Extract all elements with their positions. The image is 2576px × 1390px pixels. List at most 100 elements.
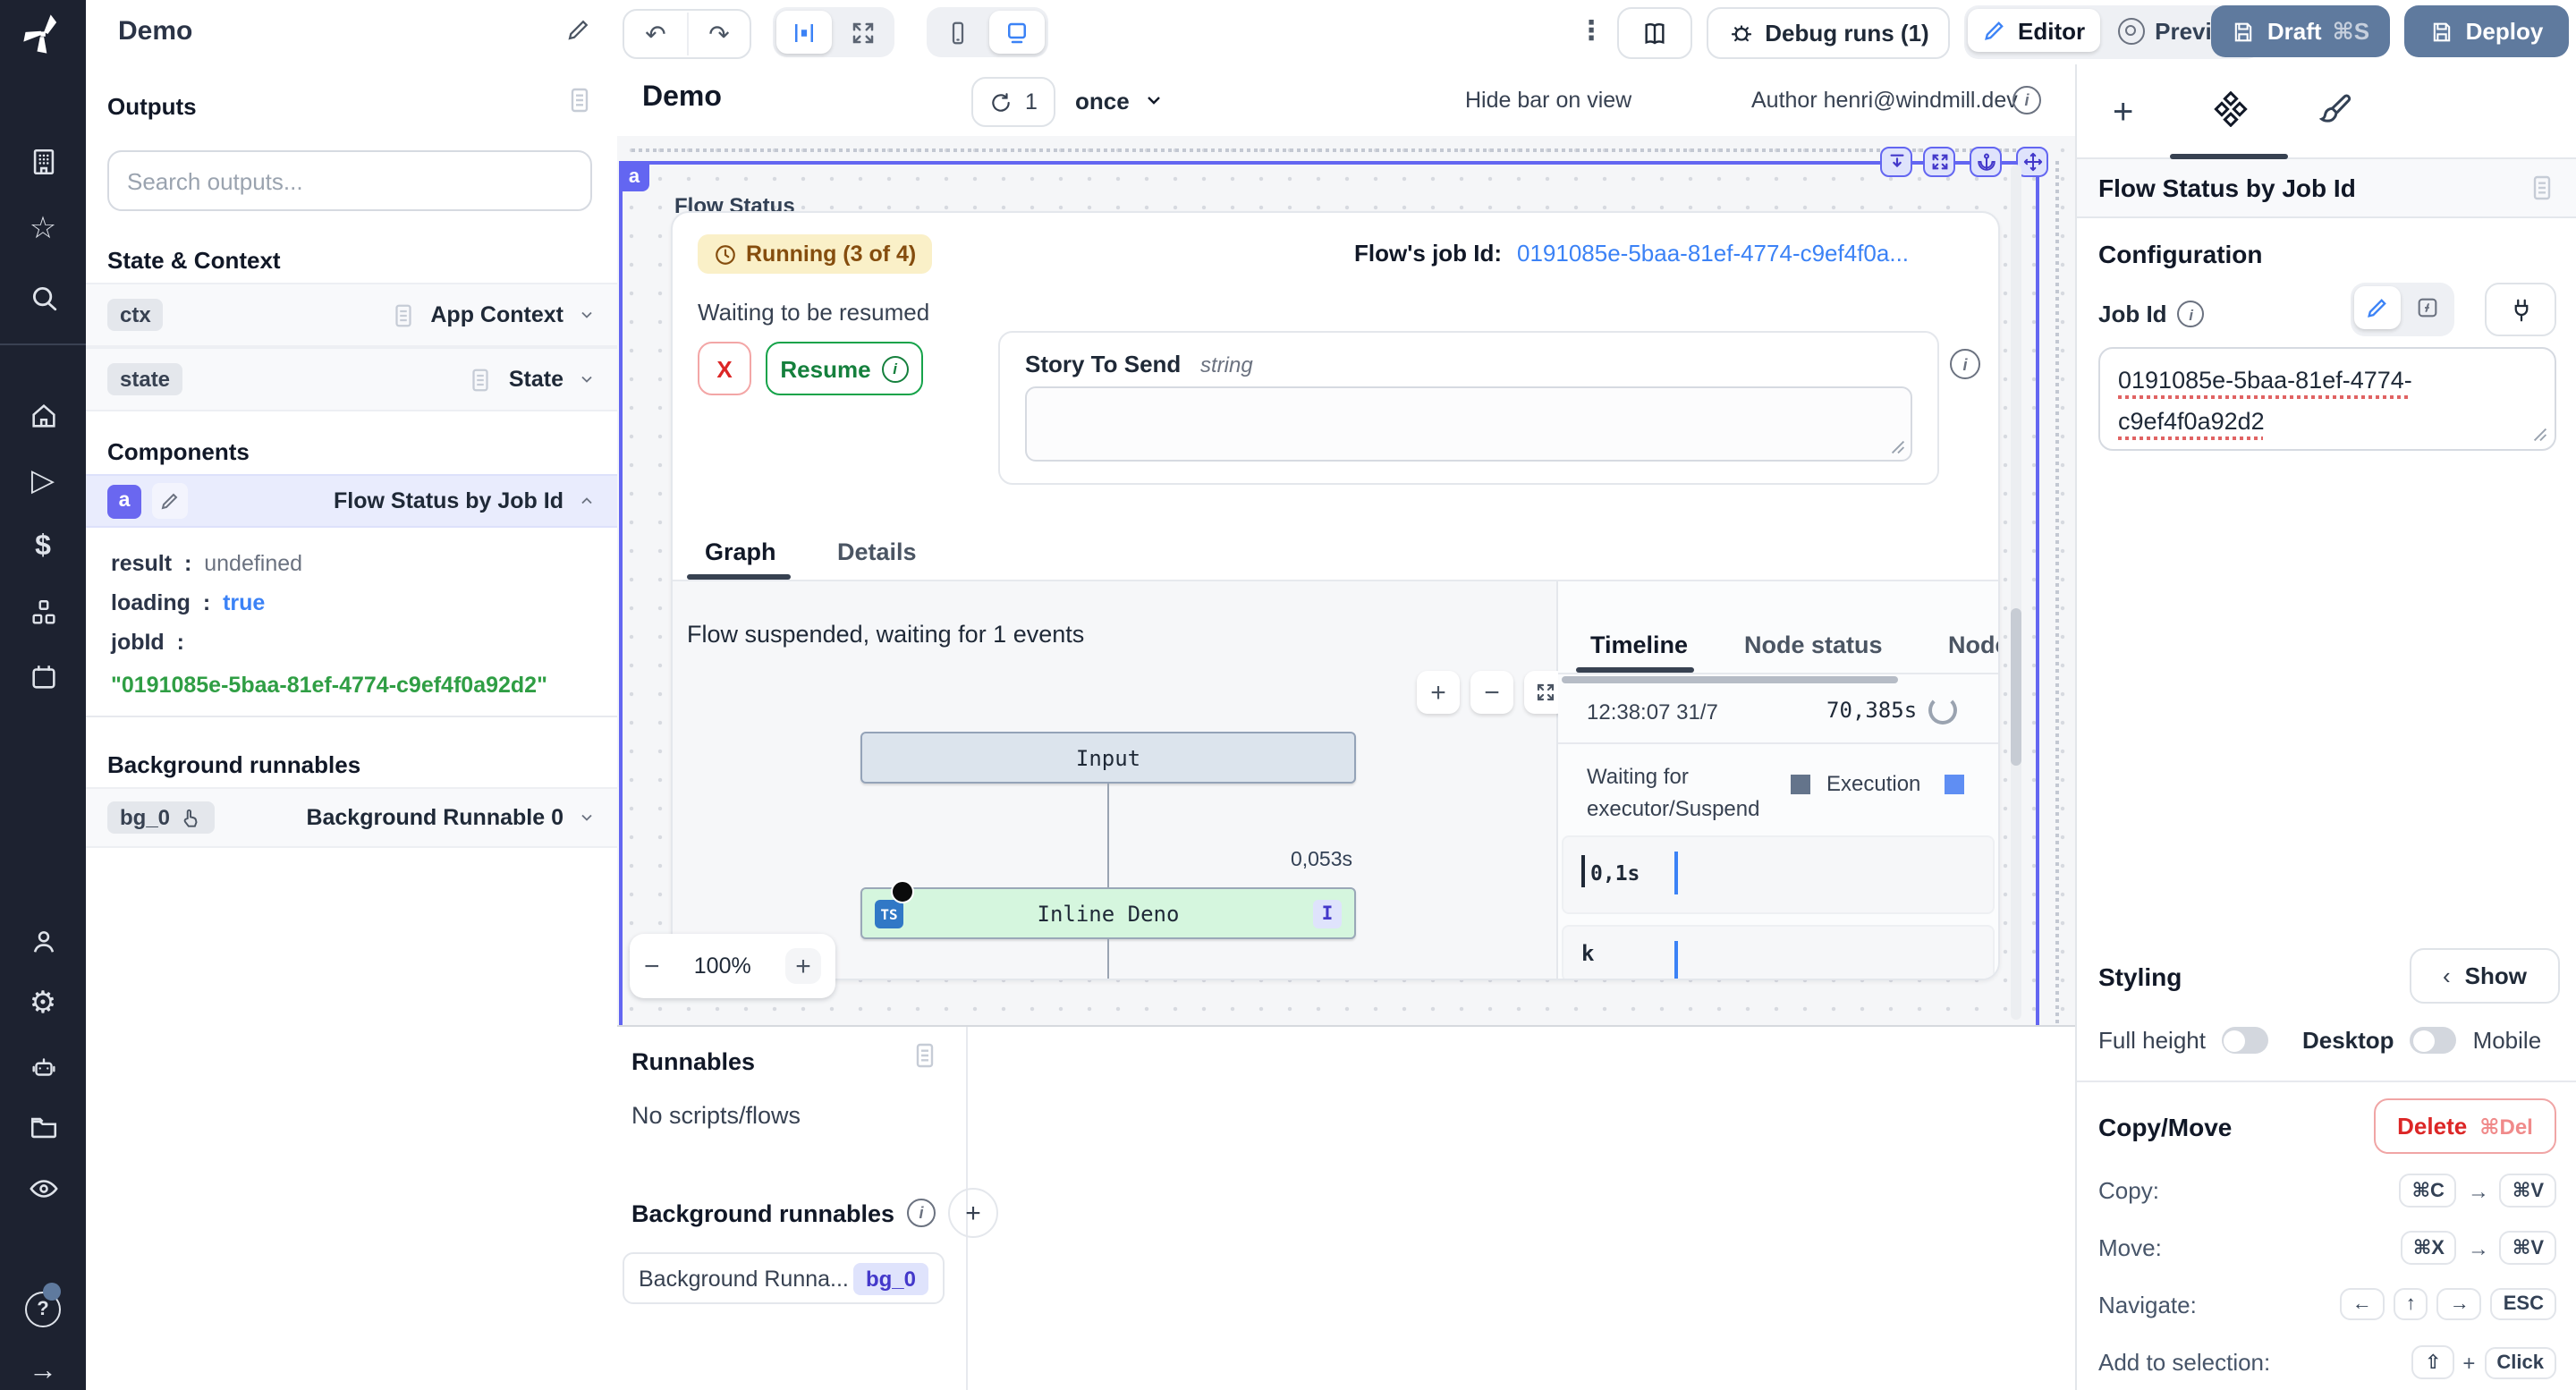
windmill-logo[interactable] — [20, 11, 66, 57]
background-runnables-heading: Background runnables — [631, 1199, 894, 1226]
fullwidth-layout-button[interactable] — [835, 11, 891, 54]
fn-icon[interactable] — [2404, 286, 2451, 329]
schedules-icon[interactable] — [25, 658, 61, 694]
billing-icon[interactable]: $ — [25, 530, 61, 565]
folders-icon[interactable] — [25, 1109, 61, 1145]
edit-component-icon[interactable] — [152, 483, 188, 519]
draft-button[interactable]: Draft ⌘S — [2211, 5, 2390, 57]
layout-toggle-group — [773, 7, 894, 57]
collapse-rail-icon[interactable]: → — [25, 1354, 61, 1390]
flow-status-card: Running (3 of 4) Flow's job Id: 0191085e… — [671, 211, 2000, 980]
runs-icon[interactable]: ▷ — [25, 463, 61, 499]
redo-button[interactable]: ↷ — [689, 13, 750, 55]
home-icon[interactable] — [25, 397, 61, 433]
tab-node[interactable]: Node — [1948, 631, 2000, 658]
plug-icon[interactable] — [2485, 283, 2556, 336]
chevron-down-icon — [1144, 89, 1165, 111]
desktop-icon[interactable] — [989, 11, 1045, 54]
full-height-label: Full height — [2098, 1027, 2206, 1054]
background-runnable-row[interactable]: bg_0 Background Runnable 0 — [86, 787, 617, 848]
info-icon[interactable]: i — [907, 1199, 936, 1227]
component-title: Flow Status by Job Id — [2098, 174, 2356, 202]
tab-editor[interactable]: Editor — [1968, 9, 2099, 52]
insert-component-tab[interactable]: + — [2113, 93, 2133, 134]
waiting-text: Waiting to be resumed — [698, 299, 929, 326]
favorites-icon[interactable]: ☆ — [25, 211, 61, 247]
tab-details[interactable]: Details — [837, 538, 917, 565]
search-icon[interactable] — [25, 279, 61, 315]
expand-icon[interactable] — [1923, 147, 1955, 177]
tab-timeline[interactable]: Timeline — [1590, 631, 1688, 658]
cancel-button[interactable]: X — [698, 342, 751, 395]
divider — [1558, 742, 1998, 744]
deploy-button[interactable]: Deploy — [2404, 5, 2569, 57]
kbd-left: ← — [2340, 1288, 2385, 1320]
static-input-pencil-icon[interactable] — [2354, 286, 2401, 329]
zoom-in-button[interactable]: + — [785, 948, 821, 984]
form-field-type: string — [1200, 352, 1253, 377]
horizontal-scrollbar[interactable] — [1562, 676, 1898, 683]
state-badge: state — [107, 363, 182, 395]
job-id-link[interactable]: 0191085e-5baa-81ef-4774-c9ef4f0a... — [1517, 240, 1909, 267]
anchor-icon[interactable] — [1970, 147, 2002, 177]
flow-node-inline-deno[interactable]: TS Inline Deno I — [860, 887, 1356, 939]
background-runnables-heading: Background runnables — [107, 751, 360, 778]
zoom-out-button[interactable]: − — [644, 951, 660, 981]
kbd-click: Click — [2484, 1346, 2556, 1378]
component-row-selected[interactable]: a Flow Status by Job Id — [86, 474, 617, 528]
eye-icon[interactable] — [25, 1170, 61, 1206]
delete-button[interactable]: Delete ⌘Del — [2374, 1098, 2556, 1154]
info-icon[interactable]: i — [1950, 349, 1980, 379]
refresh-button[interactable]: 1 — [971, 77, 1055, 127]
doc-icon[interactable] — [2528, 174, 2556, 202]
undo-button[interactable]: ↶ — [624, 13, 689, 55]
component-tag[interactable]: a — [619, 161, 649, 191]
brush-icon[interactable] — [2317, 91, 2352, 127]
story-textarea[interactable] — [1025, 386, 1912, 462]
jobid-label: Job Id — [2098, 301, 2167, 327]
tab-graph[interactable]: Graph — [705, 538, 776, 565]
styling-toggles-row: Full height Desktop Mobile — [2098, 1027, 2541, 1054]
state-row[interactable]: state State — [86, 347, 617, 411]
jobid-textarea[interactable]: 0191085e-5baa-81ef-4774- c9ef4f0a92d2 — [2098, 347, 2556, 451]
schedule-dropdown[interactable]: once — [1075, 77, 1165, 123]
resources-icon[interactable] — [25, 594, 61, 630]
users-icon[interactable] — [25, 923, 61, 959]
doc-icon[interactable] — [911, 1041, 939, 1070]
workspace-icon[interactable] — [25, 143, 61, 179]
info-icon[interactable]: i — [2012, 86, 2041, 114]
info-icon[interactable]: i — [2178, 301, 2205, 327]
full-height-toggle[interactable] — [2222, 1027, 2268, 1054]
canvas-scrollbar[interactable] — [2011, 165, 2021, 1020]
app-canvas[interactable]: a Flow Status Running (3 of 4) Flow's jo… — [617, 136, 2075, 1025]
status-badge: Running (3 of 4) — [698, 234, 932, 274]
background-runnable-item[interactable]: Background Runna... bg_0 — [623, 1252, 945, 1304]
desktop-mobile-toggle[interactable] — [2411, 1027, 2457, 1054]
edit-title-icon[interactable] — [565, 16, 592, 43]
ctx-row[interactable]: ctx App Context — [86, 283, 617, 347]
show-styling-button[interactable]: ‹ Show — [2410, 948, 2560, 1004]
center-layout-button[interactable] — [776, 11, 832, 54]
gear-icon[interactable]: ⚙ — [25, 986, 61, 1021]
zoom-in-button[interactable]: + — [1417, 671, 1460, 714]
docs-button[interactable] — [1617, 7, 1692, 59]
zoom-out-button[interactable]: − — [1470, 671, 1513, 714]
components-icon[interactable] — [2213, 91, 2249, 127]
help-icon[interactable]: ? — [25, 1292, 61, 1327]
tab-node-status[interactable]: Node status — [1744, 631, 1883, 658]
spinner-icon — [1928, 696, 1956, 725]
workers-icon[interactable] — [25, 1048, 61, 1084]
add-background-runnable-button[interactable]: + — [948, 1188, 998, 1238]
search-input[interactable]: Search outputs... — [107, 150, 592, 211]
debug-runs-button[interactable]: Debug runs (1) — [1707, 7, 1950, 59]
download-icon[interactable] — [1880, 147, 1912, 177]
doc-icon[interactable] — [565, 86, 594, 114]
resume-button[interactable]: Resume i — [766, 342, 923, 395]
flow-graph[interactable]: Flow suspended, waiting for 1 events + −… — [673, 581, 1558, 979]
info-icon: i — [882, 355, 909, 382]
kbd-esc: ESC — [2491, 1288, 2556, 1320]
flow-node-input[interactable]: Input — [860, 732, 1356, 784]
phone-icon[interactable] — [930, 11, 986, 54]
kebab-menu-icon[interactable]: ⋮ — [1578, 14, 1605, 47]
scrollbar-thumb[interactable] — [2011, 608, 2021, 766]
